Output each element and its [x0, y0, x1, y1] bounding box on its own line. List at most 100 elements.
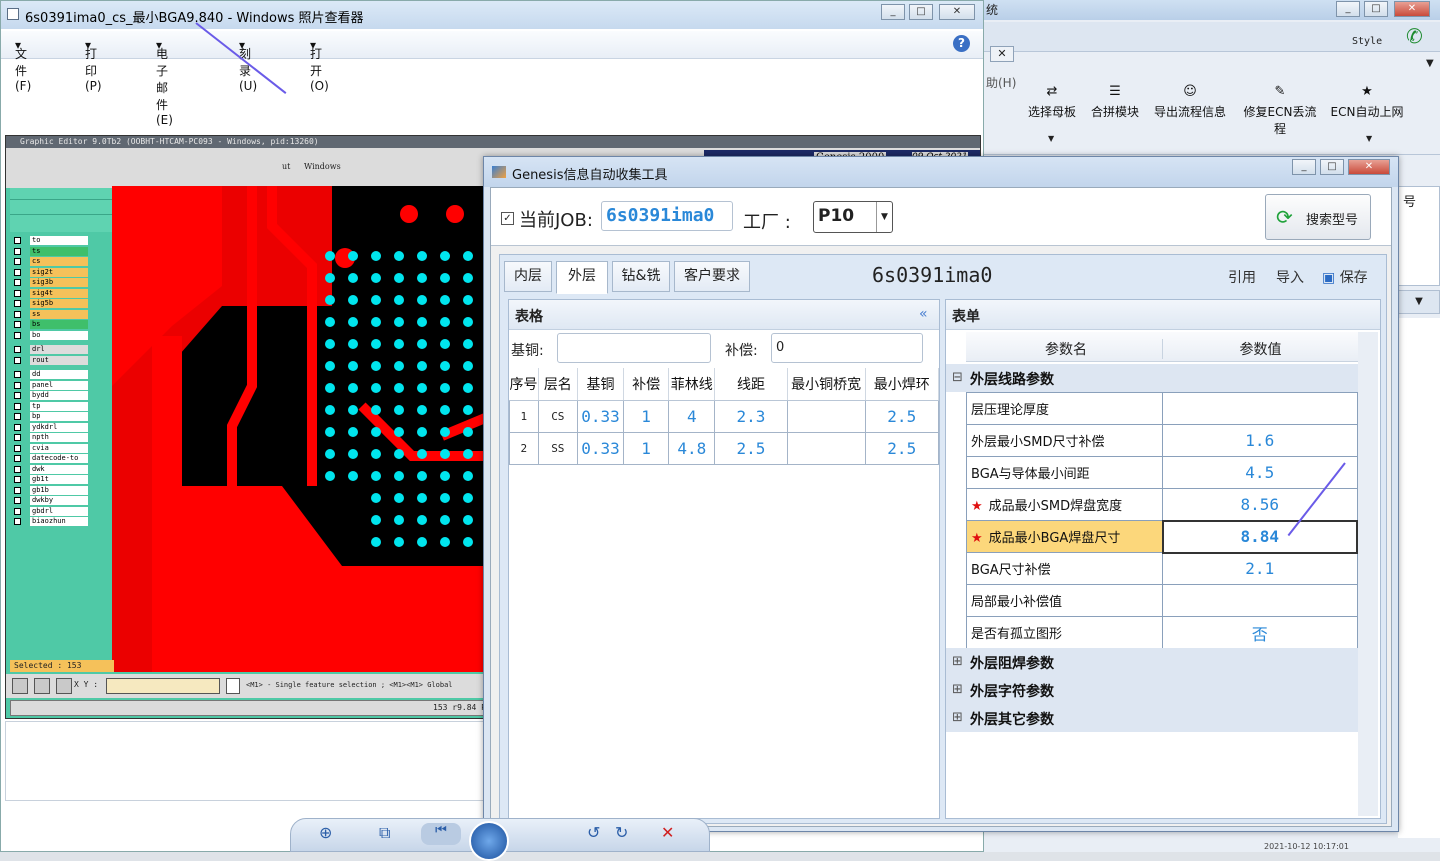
pv-minimize-button[interactable]: _	[881, 4, 905, 20]
grid-cell[interactable]: 2.3	[714, 399, 788, 433]
cite-button[interactable]: 引用	[1228, 267, 1256, 287]
param-row[interactable]: 外层最小SMD尺寸补偿 1.6	[966, 424, 1358, 457]
menu-email[interactable]: 电子邮件(E) ▾	[156, 38, 173, 127]
layer-row[interactable]: bs	[14, 320, 94, 329]
layer-checkbox[interactable]	[14, 237, 21, 244]
layer-checkbox[interactable]	[14, 247, 21, 255]
grid-cell[interactable]	[786, 431, 866, 465]
layer-row[interactable]: to	[14, 236, 94, 245]
param-value[interactable]	[1162, 584, 1358, 617]
job-checkbox[interactable]: ✓	[501, 212, 514, 225]
layer-row[interactable]: bo	[14, 330, 94, 340]
form-scrollbar[interactable]	[1358, 332, 1378, 816]
delete-icon[interactable]: ✕	[661, 823, 674, 842]
ge-tool-icon[interactable]	[12, 678, 28, 694]
layer-checkbox[interactable]	[14, 444, 21, 452]
layer-checkbox[interactable]	[14, 310, 21, 318]
param-row[interactable]: BGA与导体最小间距 4.5	[966, 456, 1358, 489]
layer-row[interactable]: bp	[14, 412, 94, 421]
grid-cell[interactable]: 1	[509, 399, 539, 433]
fit-window-icon[interactable]: ⧉	[379, 823, 390, 843]
ge-toggle[interactable]	[226, 678, 240, 694]
layer-checkbox[interactable]	[14, 465, 21, 473]
layer-row[interactable]: ts	[14, 246, 94, 256]
chevron-down-icon[interactable]: ▼	[1426, 58, 1434, 69]
bg-panel-close-icon[interactable]: ✕	[990, 46, 1014, 62]
expand-plus-icon[interactable]: ⊞	[952, 654, 963, 669]
layer-row[interactable]: biaozhun	[14, 517, 94, 526]
layer-row[interactable]: dd	[14, 370, 94, 379]
rotate-left-icon[interactable]: ↺	[587, 823, 600, 842]
toolbar-ecn-auto[interactable]: ★ ECN自动上网	[1330, 84, 1404, 120]
group-outer-line[interactable]: ⊟ 外层线路参数	[946, 364, 1358, 392]
ge-tool-icon[interactable]	[56, 678, 72, 694]
grid-cell[interactable]	[786, 399, 866, 433]
layer-checkbox[interactable]	[14, 455, 21, 462]
layer-row[interactable]: dwkby	[14, 496, 94, 505]
compensation-input[interactable]: 0	[771, 333, 923, 363]
param-row[interactable]: BGA尺寸补偿 2.1	[966, 552, 1358, 585]
grid-cell[interactable]: 2	[509, 431, 539, 465]
layer-checkbox[interactable]	[14, 289, 21, 297]
factory-select[interactable]: P10 ▼	[813, 201, 893, 233]
layer-row[interactable]: ydkdrl	[14, 422, 94, 432]
layer-checkbox[interactable]	[14, 518, 21, 525]
bg-close-button[interactable]: ✕	[1394, 1, 1430, 17]
layer-checkbox[interactable]	[14, 268, 21, 276]
param-row[interactable]: 层压理论厚度	[966, 392, 1358, 425]
help-icon[interactable]: ?	[953, 35, 970, 52]
collector-maximize-button[interactable]: □	[1320, 159, 1344, 175]
collapse-icon[interactable]: «	[919, 306, 928, 322]
slideshow-button[interactable]	[469, 821, 509, 861]
layer-checkbox[interactable]	[14, 434, 21, 441]
phone-icon[interactable]: ✆	[1406, 24, 1423, 48]
grid-cell[interactable]: 4.8	[668, 431, 716, 465]
layer-checkbox[interactable]	[14, 331, 21, 339]
toolbar-fix-ecn[interactable]: ✎ 修复ECN丢流程	[1238, 84, 1322, 137]
param-row[interactable]: 是否有孤立图形否	[966, 616, 1358, 649]
side-dropdown[interactable]: ▼	[1398, 290, 1440, 314]
layer-row[interactable]: sig3b	[14, 278, 94, 287]
tab-inner-layer[interactable]: 内层	[504, 261, 552, 292]
layer-row[interactable]: rout	[14, 355, 94, 365]
layer-checkbox[interactable]	[14, 300, 21, 307]
layer-row[interactable]: sig2t	[14, 267, 94, 277]
tab-drill-mill[interactable]: 钻&铣	[612, 261, 670, 292]
search-model-button[interactable]: ⟳ 搜索型号	[1265, 194, 1371, 240]
dropdown-arrow-icon[interactable]: ▼	[1366, 134, 1372, 143]
tab-customer-req[interactable]: 客户要求	[674, 261, 750, 292]
group-outer-silk[interactable]: ⊞ 外层字符参数	[946, 676, 1358, 704]
layer-row[interactable]: gb1b	[14, 485, 94, 495]
grid-column-header[interactable]: 最小铜桥宽	[787, 368, 866, 401]
grid-cell[interactable]: SS	[537, 431, 579, 465]
grid-cell[interactable]: 0.33	[577, 399, 624, 433]
help-menu-fragment[interactable]: 助(H)	[984, 74, 1024, 94]
table-row[interactable]: 2 SS 0.33 1 4.8 2.5 2.5	[509, 431, 940, 465]
layer-checkbox[interactable]	[14, 413, 21, 420]
group-outer-other[interactable]: ⊞ 外层其它参数	[946, 704, 1358, 732]
toolbar-select-board[interactable]: ⇄ 选择母板	[1026, 84, 1078, 120]
dropdown-arrow-icon[interactable]: ▼	[1048, 134, 1054, 143]
group-outer-mask[interactable]: ⊞ 外层阻焊参数	[946, 648, 1358, 676]
layer-checkbox[interactable]	[14, 346, 21, 353]
xy-input[interactable]	[106, 678, 220, 694]
grid-column-header[interactable]: 序号	[509, 368, 539, 401]
layer-row[interactable]: npth	[14, 433, 94, 442]
grid-column-header[interactable]: 菲林线	[668, 368, 716, 401]
layer-checkbox[interactable]	[14, 279, 21, 286]
collapse-minus-icon[interactable]: ⊟	[952, 370, 963, 385]
grid-cell[interactable]: CS	[537, 399, 579, 433]
base-copper-input[interactable]	[557, 333, 711, 363]
rotate-right-icon[interactable]: ↻	[615, 823, 628, 842]
bg-maximize-button[interactable]: □	[1364, 1, 1388, 17]
tab-outer-layer[interactable]: 外层	[556, 261, 608, 294]
grid-cell[interactable]: 4	[668, 399, 716, 433]
zoom-icon[interactable]: ⊕	[319, 823, 332, 842]
param-value[interactable]: 1.6	[1162, 424, 1358, 457]
param-row[interactable]: 局部最小补偿值	[966, 584, 1358, 617]
layer-row[interactable]: panel	[14, 380, 94, 390]
toolbar-merge-module[interactable]: ☰ 合拼模块	[1088, 84, 1142, 120]
layer-row[interactable]: ss	[14, 309, 94, 319]
grid-cell[interactable]: 1	[622, 431, 670, 465]
grid-cell[interactable]: 2.5	[864, 431, 940, 465]
